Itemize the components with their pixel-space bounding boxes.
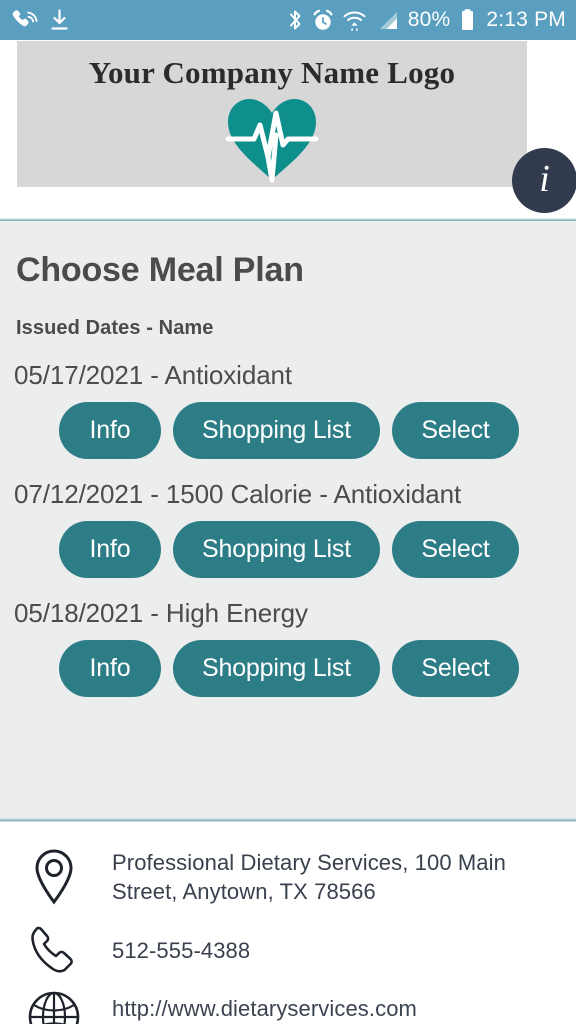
select-button[interactable]: Select <box>392 640 519 697</box>
shopping-list-button[interactable]: Shopping List <box>173 402 380 459</box>
meal-plan-label: 05/17/2021 - Antioxidant <box>14 360 293 390</box>
meal-plan-label: 05/18/2021 - High Energy <box>14 598 308 628</box>
info-button[interactable]: i <box>512 148 576 213</box>
meal-plan-row: 05/18/2021 - High Energy Info Shopping L… <box>0 598 576 697</box>
app-root: 80% 2:13 PM Your Company Name Logo i Cho… <box>0 0 576 1024</box>
company-logo-text: Your Company Name Logo <box>88 55 456 90</box>
info-button-label: i <box>539 157 550 200</box>
status-bar-right: 80% 2:13 PM <box>288 8 566 32</box>
globe-icon <box>18 988 90 1024</box>
main-content: Choose Meal Plan Issued Dates - Name 05/… <box>0 221 576 819</box>
app-footer: Professional Dietary Services, 100 Main … <box>0 822 576 1024</box>
phone-icon <box>18 924 90 978</box>
page-title: Choose Meal Plan <box>16 251 304 289</box>
list-column-header: Issued Dates - Name <box>16 317 214 339</box>
meal-plan-actions: Info Shopping List Select <box>0 402 576 459</box>
shopping-list-button[interactable]: Shopping List <box>173 521 380 578</box>
bluetooth-icon <box>288 8 303 32</box>
meal-plan-label: 07/12/2021 - 1500 Calorie - Antioxidant <box>14 479 462 509</box>
download-icon <box>50 9 69 31</box>
app-header: Your Company Name Logo i <box>0 40 576 220</box>
alarm-icon <box>312 9 334 32</box>
info-action-button[interactable]: Info <box>59 402 161 459</box>
logo-banner: Your Company Name Logo <box>17 41 527 187</box>
status-bar-left <box>12 9 69 31</box>
location-pin-icon <box>18 848 90 906</box>
footer-phone-row[interactable]: 512-555-4388 <box>0 914 576 988</box>
wifi-icon <box>343 9 366 32</box>
clock-label: 2:13 PM <box>486 8 566 31</box>
footer-address-row[interactable]: Professional Dietary Services, 100 Main … <box>0 840 576 914</box>
meal-plan-actions: Info Shopping List Select <box>0 521 576 578</box>
meal-plan-row: 07/12/2021 - 1500 Calorie - Antioxidant … <box>0 479 576 578</box>
battery-icon <box>460 8 475 32</box>
wifi-calling-icon <box>12 9 38 31</box>
signal-icon <box>375 9 399 32</box>
battery-percent-label: 80% <box>407 8 451 31</box>
footer-address-text: Professional Dietary Services, 100 Main … <box>112 849 506 904</box>
footer-website-text: http://www.dietaryservices.com <box>112 996 417 1021</box>
status-bar: 80% 2:13 PM <box>0 0 576 40</box>
shopping-list-button[interactable]: Shopping List <box>173 640 380 697</box>
heart-pulse-icon <box>224 95 320 183</box>
select-button[interactable]: Select <box>392 402 519 459</box>
meal-plan-actions: Info Shopping List Select <box>0 640 576 697</box>
meal-plan-row: 05/17/2021 - Antioxidant Info Shopping L… <box>0 360 576 459</box>
footer-phone-text: 512-555-4388 <box>112 938 251 964</box>
info-action-button[interactable]: Info <box>59 521 161 578</box>
info-action-button[interactable]: Info <box>59 640 161 697</box>
select-button[interactable]: Select <box>392 521 519 578</box>
footer-website-row[interactable]: http://www.dietaryservices.com <box>0 988 576 1024</box>
